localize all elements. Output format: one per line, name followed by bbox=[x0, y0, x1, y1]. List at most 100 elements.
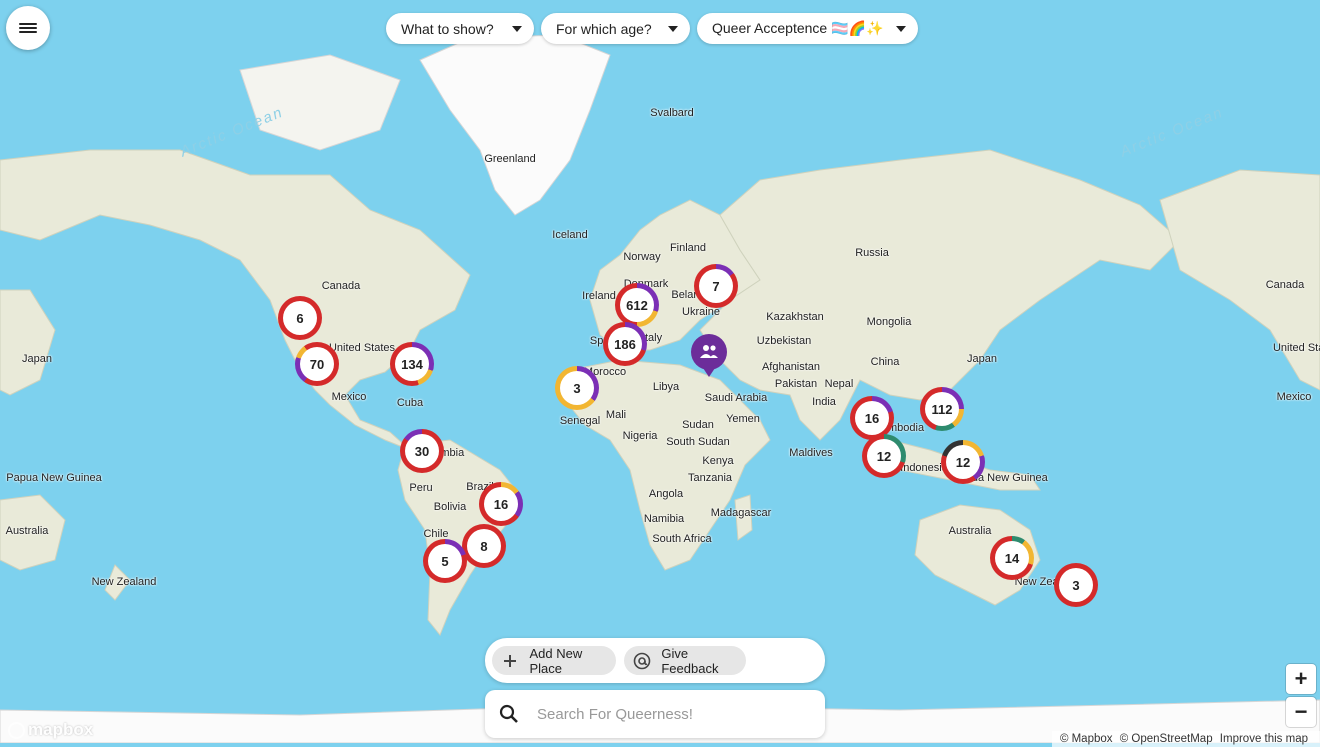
dropdown-label: Queer Acceptence 🏳️‍⚧️🌈✨ bbox=[712, 20, 884, 36]
place-label: Nigeria bbox=[622, 430, 658, 442]
cluster-marker[interactable]: 6 bbox=[278, 296, 322, 340]
cluster-count: 30 bbox=[405, 434, 439, 468]
hamburger-icon bbox=[19, 21, 37, 35]
search-input[interactable] bbox=[535, 704, 799, 724]
place-label: Saudi Arabia bbox=[704, 392, 768, 404]
attribution: © Mapbox © OpenStreetMap Improve this ma… bbox=[1051, 731, 1320, 747]
cluster-count: 70 bbox=[300, 347, 334, 381]
mapbox-icon bbox=[8, 721, 25, 739]
menu-button[interactable] bbox=[6, 6, 50, 50]
place-label: Kenya bbox=[702, 455, 734, 467]
dropdown-label: For which age? bbox=[556, 20, 652, 37]
cluster-count: 12 bbox=[946, 445, 980, 479]
place-label: New Zealand bbox=[91, 576, 157, 588]
place-label: Bolivia bbox=[433, 501, 467, 513]
cluster-count: 8 bbox=[467, 529, 501, 563]
cluster-marker[interactable]: 3 bbox=[555, 366, 599, 410]
place-label: China bbox=[870, 356, 900, 368]
cluster-marker[interactable]: 7 bbox=[694, 264, 738, 308]
place-label: Australia bbox=[5, 525, 49, 537]
cluster-count: 612 bbox=[620, 288, 654, 322]
place-label: Senegal bbox=[559, 415, 601, 427]
zoom-out-button[interactable]: − bbox=[1286, 697, 1316, 727]
place-label: Tanzania bbox=[687, 472, 733, 484]
place-label: Yemen bbox=[726, 413, 760, 425]
place-label: Sudan bbox=[682, 419, 714, 431]
cluster-marker[interactable]: 14 bbox=[990, 536, 1034, 580]
caret-down-icon bbox=[668, 25, 678, 32]
zoom-in-button[interactable]: + bbox=[1286, 664, 1316, 694]
cluster-marker[interactable]: 186 bbox=[603, 322, 647, 366]
cluster-count: 12 bbox=[867, 439, 901, 473]
age-dropdown[interactable]: For which age? bbox=[541, 13, 690, 44]
search-bar bbox=[485, 690, 825, 738]
place-label: Libya bbox=[652, 381, 680, 393]
place-label: Mali bbox=[605, 409, 627, 421]
place-label: Uzbekistan bbox=[756, 335, 812, 347]
cluster-marker[interactable]: 30 bbox=[400, 429, 444, 473]
mapbox-logo[interactable]: mapbox bbox=[8, 720, 93, 740]
action-bar: Add New Place Give Feedback bbox=[485, 638, 825, 683]
add-place-button[interactable]: Add New Place bbox=[492, 646, 616, 676]
attribution-mapbox-link[interactable]: © Mapbox bbox=[1060, 733, 1113, 745]
place-label: United States bbox=[328, 342, 396, 354]
improve-map-link[interactable]: Improve this map bbox=[1220, 733, 1308, 745]
feedback-label: Give Feedback bbox=[661, 645, 719, 676]
place-label: Peru bbox=[409, 482, 433, 494]
dropdown-label: What to show? bbox=[401, 20, 494, 37]
place-label: Norway bbox=[623, 251, 661, 263]
cluster-count: 134 bbox=[395, 347, 429, 381]
place-label: United States bbox=[1272, 342, 1320, 354]
group-marker[interactable] bbox=[691, 334, 727, 377]
place-label: South Africa bbox=[652, 533, 712, 545]
place-label: Mongolia bbox=[866, 316, 912, 328]
place-label: Afghanistan bbox=[761, 361, 821, 373]
place-label: Papua New Guinea bbox=[6, 472, 102, 484]
cluster-count: 16 bbox=[484, 487, 518, 521]
cluster-count: 3 bbox=[1059, 568, 1093, 602]
place-label: Cuba bbox=[396, 397, 424, 409]
cluster-marker[interactable]: 12 bbox=[862, 434, 906, 478]
place-label: Madagascar bbox=[710, 507, 772, 519]
place-label: Finland bbox=[669, 242, 707, 254]
cluster-count: 6 bbox=[283, 301, 317, 335]
place-label: Canada bbox=[321, 280, 361, 292]
place-label: Australia bbox=[948, 525, 992, 537]
attribution-osm-link[interactable]: © OpenStreetMap bbox=[1120, 733, 1213, 745]
cluster-marker[interactable]: 5 bbox=[423, 539, 467, 583]
cluster-marker[interactable]: 612 bbox=[615, 283, 659, 327]
place-label: Pakistan bbox=[774, 378, 818, 390]
place-label: Russia bbox=[855, 247, 889, 259]
place-label: Iceland bbox=[552, 229, 588, 241]
caret-down-icon bbox=[512, 25, 522, 32]
cluster-count: 14 bbox=[995, 541, 1029, 575]
place-label: Svalbard bbox=[650, 107, 694, 119]
place-label: Angola bbox=[648, 488, 684, 500]
cluster-count: 3 bbox=[560, 371, 594, 405]
place-label: Nepal bbox=[824, 378, 854, 390]
cluster-count: 112 bbox=[925, 392, 959, 426]
place-label: Mexico bbox=[1276, 391, 1312, 403]
acceptance-dropdown[interactable]: Queer Acceptence 🏳️‍⚧️🌈✨ bbox=[697, 13, 918, 44]
place-label: South Sudan bbox=[666, 436, 730, 448]
plus-icon bbox=[500, 651, 519, 671]
place-label: Namibia bbox=[643, 513, 685, 525]
filter-bar: What to show? For which age? Queer Accep… bbox=[386, 13, 918, 44]
place-label: Ireland bbox=[582, 290, 616, 302]
cluster-marker[interactable]: 12 bbox=[941, 440, 985, 484]
place-label: Canada bbox=[1265, 279, 1305, 291]
place-label: Greenland bbox=[484, 153, 536, 165]
cluster-marker[interactable]: 112 bbox=[920, 387, 964, 431]
cluster-marker[interactable]: 134 bbox=[390, 342, 434, 386]
give-feedback-button[interactable]: Give Feedback bbox=[624, 645, 746, 676]
cluster-marker[interactable]: 70 bbox=[295, 342, 339, 386]
place-label: Japan bbox=[967, 353, 997, 365]
at-sign-icon bbox=[632, 651, 651, 671]
cluster-marker[interactable]: 8 bbox=[462, 524, 506, 568]
what-to-show-dropdown[interactable]: What to show? bbox=[386, 13, 534, 44]
cluster-marker[interactable]: 16 bbox=[479, 482, 523, 526]
cluster-count: 16 bbox=[855, 401, 889, 435]
cluster-marker[interactable]: 3 bbox=[1054, 563, 1098, 607]
cluster-count: 186 bbox=[608, 327, 642, 361]
place-label: Kazakhstan bbox=[766, 311, 824, 323]
